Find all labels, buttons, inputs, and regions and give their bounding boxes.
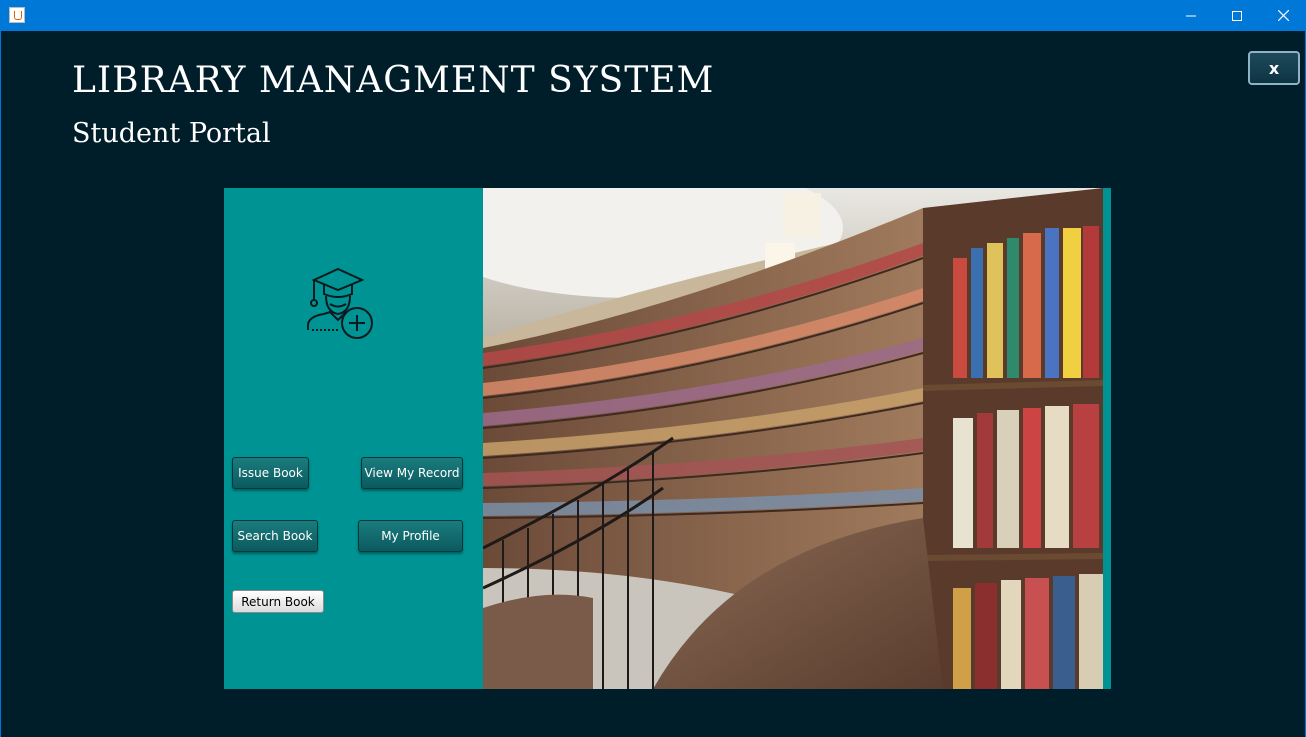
library-photo (483, 188, 1103, 689)
close-window-button[interactable] (1260, 0, 1306, 31)
minimize-icon (1186, 15, 1196, 16)
action-panel: Issue Book View My Record Search Book My… (224, 188, 483, 689)
panel-edge (1103, 188, 1111, 689)
window-titlebar (0, 0, 1306, 31)
return-book-button[interactable]: Return Book (232, 590, 324, 613)
close-icon (1277, 10, 1289, 21)
maximize-button[interactable] (1214, 0, 1260, 31)
minimize-button[interactable] (1168, 0, 1214, 31)
issue-book-button[interactable]: Issue Book (232, 457, 309, 489)
my-profile-button[interactable]: My Profile (358, 520, 463, 552)
portal-subtitle: Student Portal (72, 118, 271, 149)
maximize-icon (1232, 10, 1242, 21)
java-app-icon (9, 7, 25, 23)
portal-card: Issue Book View My Record Search Book My… (224, 188, 1111, 689)
view-my-record-button[interactable]: View My Record (361, 457, 463, 489)
search-book-button[interactable]: Search Book (232, 520, 318, 552)
student-add-icon (307, 267, 373, 339)
exit-button[interactable]: x (1248, 51, 1300, 85)
library-bookshelves-image (483, 188, 1103, 689)
app-title: LIBRARY MANAGMENT SYSTEM (72, 60, 715, 101)
